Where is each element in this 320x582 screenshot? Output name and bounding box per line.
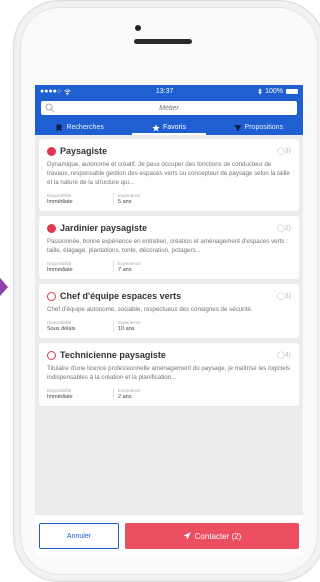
status-time: 13:37 <box>155 88 174 95</box>
card-title: Chef d'équipe espaces verts <box>60 291 182 301</box>
experience-value: 10 ans <box>118 326 135 332</box>
tab-label: Recherches <box>66 124 104 131</box>
card-count: ◯3) <box>276 293 291 300</box>
profile-card[interactable]: Paysagiste ◯3) Dynamique, autonome et cr… <box>39 139 299 211</box>
camera-icon <box>135 25 141 31</box>
send-icon <box>234 124 242 131</box>
profile-card[interactable]: Chef d'équipe espaces verts ◯3) Chef d'é… <box>39 284 299 338</box>
contact-button[interactable]: Contacter (2) <box>125 523 299 549</box>
bluetooth-icon <box>258 88 262 95</box>
availability-value: Immédiate <box>47 199 73 205</box>
availability-value: Sous délais <box>47 326 76 332</box>
availability-label: Disponibilité <box>47 320 72 325</box>
card-title: Paysagiste <box>60 146 108 156</box>
experience-value: 2 ans <box>118 394 132 400</box>
search-icon <box>45 103 55 113</box>
profile-list: Paysagiste ◯3) Dynamique, autonome et cr… <box>35 135 303 406</box>
card-count: ◯3) <box>276 148 291 155</box>
speaker-grille <box>134 39 192 44</box>
card-description: Passionnée, bonne expérience en entretie… <box>47 238 288 254</box>
battery-icon <box>285 89 298 94</box>
tab-recherches[interactable]: Recherches <box>35 120 124 135</box>
availability-label: Disponibilité <box>47 388 72 393</box>
card-count: ◯2) <box>276 225 291 232</box>
card-title: Jardinier paysagiste <box>60 223 148 233</box>
star-icon <box>152 123 160 131</box>
experience-label: Experience <box>118 193 141 198</box>
unselected-check-icon[interactable] <box>47 350 56 360</box>
availability-label: Disponibilité <box>47 261 72 266</box>
tab-label: Favoris <box>163 124 186 131</box>
profile-card[interactable]: Jardinier paysagiste ◯2) Passionnée, bon… <box>39 216 299 279</box>
bookmark-icon <box>56 124 62 131</box>
tab-propositions[interactable]: Propositions <box>214 120 303 135</box>
experience-value: 5 ans <box>118 199 132 205</box>
card-count: ◯4) <box>276 352 291 359</box>
card-description: Titulaire d'une licence professionnelle … <box>47 365 291 381</box>
card-description: Dynamique, autonome et créatif. Je peux … <box>47 161 290 186</box>
cancel-button[interactable]: Annuler <box>39 523 119 549</box>
battery-percent: 100% <box>265 88 283 95</box>
search-input[interactable] <box>64 103 274 113</box>
experience-label: Experience <box>118 261 141 266</box>
unselected-check-icon[interactable] <box>47 291 56 301</box>
selected-check-icon[interactable] <box>47 146 56 156</box>
availability-value: Immédiate <box>47 267 73 273</box>
contact-button-label: Contacter (2) <box>194 531 242 541</box>
status-bar: ●●●●○ 13:37 100% <box>35 85 303 98</box>
experience-label: Experience <box>118 320 141 325</box>
card-title: Technicienne paysagiste <box>60 350 166 360</box>
pointer-arrow-icon <box>0 278 8 296</box>
app-screen: ●●●●○ 13:37 100% Recherches Favoris Prop… <box>35 85 303 556</box>
experience-value: 7 ans <box>118 267 132 273</box>
search-bar <box>35 98 303 120</box>
selected-check-icon[interactable] <box>47 223 56 233</box>
action-bar: Annuler Contacter (2) <box>35 514 303 556</box>
availability-value: Immédiate <box>47 394 73 400</box>
tab-label: Propositions <box>244 124 284 131</box>
availability-label: Disponibilité <box>47 193 72 198</box>
profile-card[interactable]: Technicienne paysagiste ◯4) Titulaire d'… <box>39 343 299 406</box>
card-description: Chef d'équipe autonome, sociable, respec… <box>47 306 253 313</box>
paper-plane-icon <box>182 532 191 540</box>
tab-favoris[interactable]: Favoris <box>124 120 213 135</box>
signal-indicator: ●●●●○ <box>40 88 62 95</box>
wifi-icon <box>64 88 71 95</box>
experience-label: Experience <box>118 388 141 393</box>
search-box[interactable] <box>41 101 297 115</box>
tab-bar: Recherches Favoris Propositions <box>35 120 303 135</box>
